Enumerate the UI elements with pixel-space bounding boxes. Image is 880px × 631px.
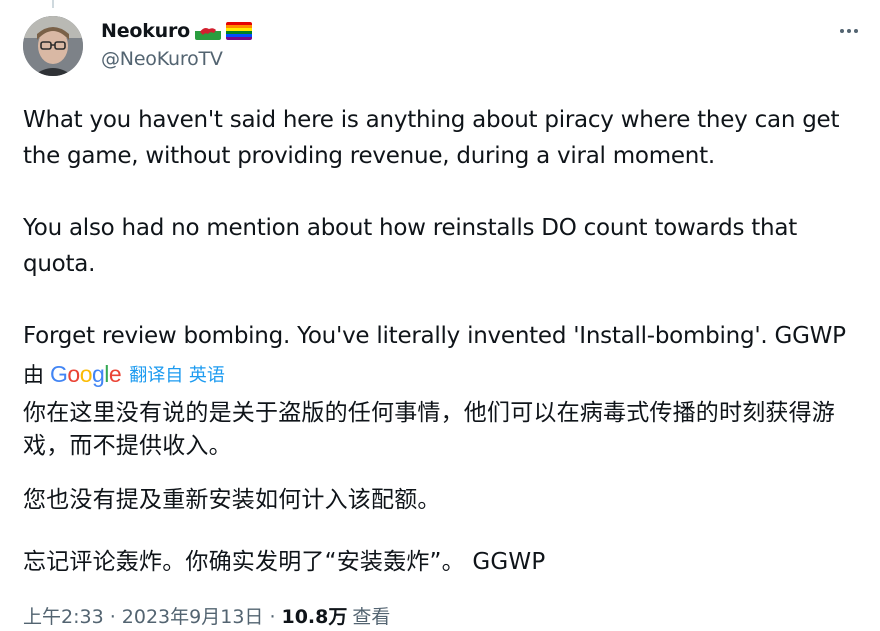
translated-by-label: 由 (23, 363, 44, 387)
wales-flag-icon (195, 22, 222, 40)
google-logo: Google (50, 360, 122, 387)
views-count: 10.8万 (281, 606, 348, 628)
tweet-paragraph-3: Forget review bombing. You've literally … (23, 323, 846, 349)
tweet-paragraph-1: What you haven't said here is anything a… (23, 107, 840, 169)
rainbow-flag-icon (226, 22, 253, 40)
translation-paragraph-1: 你在这里没有说的是关于盗版的任何事情，他们可以在病毒式传播的时刻获得游戏，而不提… (23, 400, 835, 459)
thread-connector-line (52, 0, 54, 8)
translation-attribution: 由 Google 翻译自 英语 (23, 360, 225, 388)
translated-from-link[interactable]: 翻译自 英语 (129, 361, 225, 387)
avatar[interactable] (23, 16, 83, 76)
tweet-paragraph-2: You also had no mention about how reinst… (23, 215, 798, 277)
dot (840, 29, 844, 33)
dot (854, 29, 858, 33)
tweet-timestamp[interactable]: 上午2:33 · 2023年9月13日 · (23, 602, 275, 629)
tweet-meta: 上午2:33 · 2023年9月13日 · 10.8万 查看 (23, 602, 390, 629)
views-label: 查看 (352, 606, 391, 628)
tweet-author: Neokuro @NeoKuroTV (101, 17, 253, 70)
dot (847, 29, 851, 33)
more-dots-icon[interactable] (832, 20, 866, 42)
author-display-name[interactable]: Neokuro (101, 20, 190, 42)
translation-paragraph-2: 您也没有提及重新安装如何计入该配额。 (23, 487, 441, 513)
author-name-row: Neokuro (101, 17, 253, 45)
translation-paragraph-3: 忘记评论轰炸。你确实发明了“安装轰炸”。 GGWP (23, 549, 546, 575)
author-handle[interactable]: @NeoKuroTV (101, 48, 252, 70)
avatar-image (23, 16, 83, 76)
